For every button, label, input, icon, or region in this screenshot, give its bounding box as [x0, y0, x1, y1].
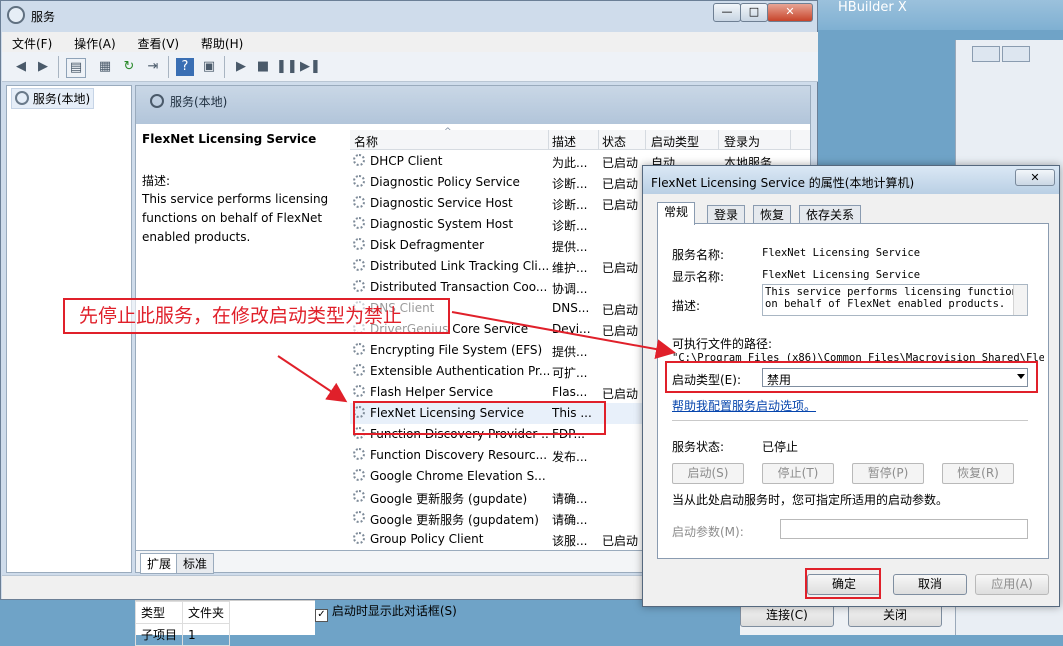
annotation-arrows: [277, 311, 676, 403]
arrow-to-startup-type: [451, 311, 676, 359]
arrow-to-service-row: [277, 355, 348, 403]
tab-general[interactable]: 常规: [657, 202, 696, 225]
